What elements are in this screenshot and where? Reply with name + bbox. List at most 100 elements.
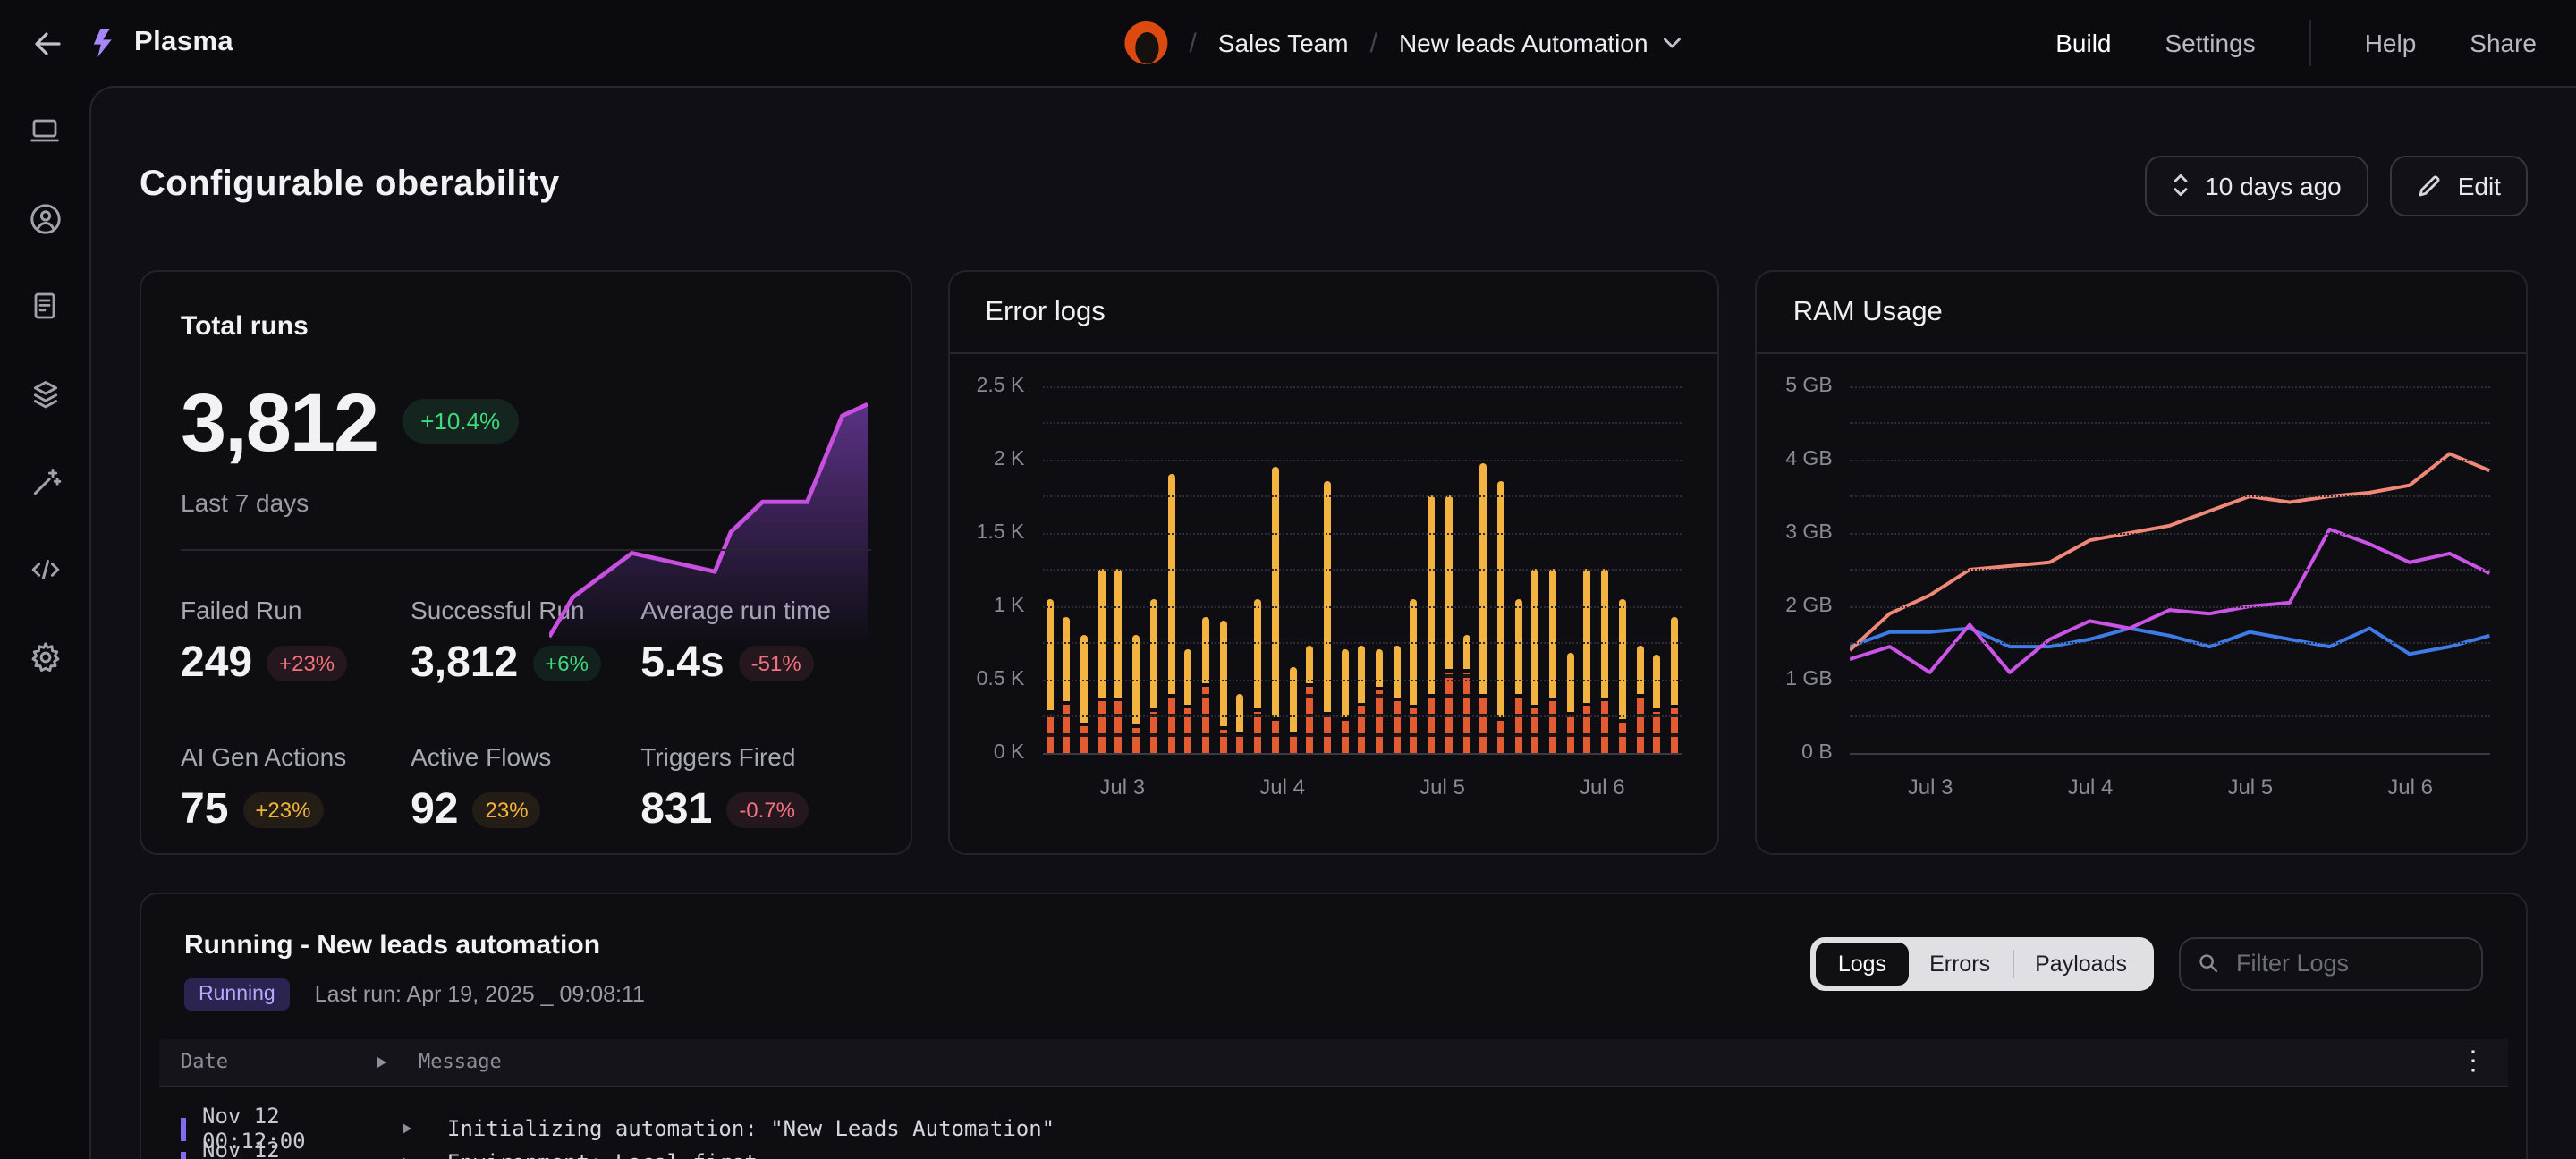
breadcrumb-team[interactable]: Sales Team [1218, 29, 1349, 57]
log-row[interactable]: Nov 12 00:12:00Environment: Local-first [181, 1146, 2487, 1159]
y-tick-label: 0 K [994, 742, 1025, 764]
error-bar [1411, 598, 1418, 752]
y-tick-label: 1.5 K [977, 522, 1025, 544]
stat-value: 3,812 [411, 639, 518, 689]
breadcrumb-separator: / [1370, 28, 1377, 58]
filter-logs-input[interactable] [2233, 949, 2463, 979]
error-bar [1324, 481, 1331, 752]
log-row-accent-bar [181, 1152, 186, 1159]
error-bar [1497, 481, 1504, 752]
error-bar [1115, 570, 1123, 753]
y-tick-label: 2 GB [1785, 596, 1832, 617]
total-runs-title: Total runs [181, 311, 870, 342]
gridline [1042, 606, 1682, 608]
topbar-divider [2309, 20, 2311, 66]
laptop-icon [29, 114, 61, 147]
nav-build[interactable]: Build [2055, 29, 2111, 57]
stat-delta-badge: +6% [532, 646, 601, 681]
plasma-logo-icon [88, 27, 120, 59]
user-circle-icon [28, 201, 62, 235]
total-runs-card: Total runs 3,812 +10.4% Last 7 days [140, 270, 911, 855]
edit-button[interactable]: Edit [2390, 156, 2528, 216]
error-bar [1636, 646, 1643, 753]
error-logs-title: Error logs [985, 297, 1682, 329]
gridline [1042, 423, 1682, 425]
column-date[interactable]: Date [181, 1051, 377, 1074]
stat-label: Active Flows [411, 742, 640, 771]
gridline [1042, 386, 1682, 388]
log-row[interactable]: Nov 12 00:12:00Initializing automation: … [181, 1112, 2487, 1146]
error-bar [1063, 618, 1071, 753]
stat-item: Failed Run 249 +23% [181, 596, 411, 689]
back-button[interactable] [32, 30, 63, 56]
error-bar [1185, 650, 1192, 753]
search-icon [2199, 952, 2218, 976]
error-bar [1601, 570, 1608, 753]
play-icon[interactable] [402, 1124, 411, 1135]
document-icon [29, 290, 61, 322]
stat-delta-badge: +23% [267, 646, 347, 681]
ram-line-peak [1851, 529, 2490, 672]
gridline [1851, 533, 2490, 535]
x-tick-label: Jul 4 [2011, 774, 2171, 799]
error-bar [1132, 635, 1140, 752]
x-tick-label: Jul 5 [2170, 774, 2330, 799]
nav-settings[interactable]: Settings [2165, 29, 2256, 57]
log-message: Initializing automation: "New Leads Auto… [447, 1117, 1055, 1142]
kebab-menu-icon[interactable]: ⋮ [2460, 1049, 2487, 1076]
error-bar [1376, 648, 1383, 752]
stat-value: 75 [181, 785, 228, 835]
gridline [1042, 496, 1682, 498]
filter-logs-field[interactable] [2179, 937, 2483, 991]
y-tick-label: 1 K [994, 596, 1025, 617]
stat-label: Failed Run [181, 596, 411, 624]
error-bar [1150, 598, 1157, 752]
sidebar-item-layers[interactable] [21, 370, 68, 417]
nav-share[interactable]: Share [2470, 29, 2537, 57]
error-bar [1237, 694, 1244, 753]
breadcrumb-separator: / [1189, 28, 1196, 58]
log-date: Nov 12 00:12:00 [202, 1138, 395, 1159]
sidebar-item-settings[interactable] [21, 633, 68, 680]
sidebar-item-account[interactable] [21, 195, 68, 241]
topbar: Plasma / Sales Team / New leads Automati… [0, 0, 2576, 86]
nav-help[interactable]: Help [2365, 29, 2417, 57]
stat-value: 249 [181, 639, 252, 689]
gridline [1042, 643, 1682, 645]
sidebar-item-ai-tools[interactable] [21, 458, 68, 504]
breadcrumb-automation[interactable]: New leads Automation [1399, 29, 1681, 57]
gridline [1042, 570, 1682, 571]
sidebar-item-code[interactable] [21, 546, 68, 592]
error-logs-card: Error logs 2.5 K2 K1.5 K1 K0.5 K0 K Jul … [947, 270, 1719, 855]
x-tick-label: Jul 3 [1042, 774, 1202, 799]
error-bar [1428, 496, 1435, 753]
log-tab-group: Logs Errors Payloads [1811, 937, 2154, 991]
gridline [1851, 423, 2490, 425]
gridline [1851, 570, 2490, 571]
main-content: Configurable oberability 10 days ago Edi… [89, 86, 2576, 1159]
log-rows: Nov 12 00:12:00 Initializing automation: … [159, 1087, 2508, 1159]
stat-label: Triggers Fired [640, 742, 870, 771]
stat-item: AI Gen Actions75+23% [181, 742, 411, 835]
tab-logs[interactable]: Logs [1817, 943, 1908, 986]
gridline [1042, 680, 1682, 681]
ram-usage-title: RAM Usage [1793, 297, 2490, 329]
sidebar-item-desktop[interactable] [21, 107, 68, 154]
tab-payloads[interactable]: Payloads [2013, 943, 2148, 986]
last-run-timestamp: Last run: Apr 19, 2025 _ 09:08:11 [315, 982, 645, 1007]
stat-delta-badge: 23% [473, 792, 541, 828]
log-message: Environment: Local-first [447, 1151, 758, 1159]
avatar[interactable] [1124, 21, 1167, 64]
time-range-button[interactable]: 10 days ago [2144, 156, 2368, 216]
error-bar [1167, 474, 1174, 753]
error-logs-y-axis: 2.5 K2 K1.5 K1 K0.5 K0 K [949, 386, 1042, 753]
play-icon [377, 1057, 386, 1068]
sidebar-item-docs[interactable] [21, 283, 68, 329]
total-runs-value: 3,812 [181, 374, 377, 470]
column-message[interactable]: Message [419, 1051, 2460, 1074]
ram-line-used [1851, 453, 2490, 650]
brand[interactable]: Plasma [88, 27, 233, 59]
tab-errors[interactable]: Errors [1908, 943, 2012, 986]
error-bar [1219, 621, 1226, 753]
error-logs-plot [1042, 386, 1682, 753]
